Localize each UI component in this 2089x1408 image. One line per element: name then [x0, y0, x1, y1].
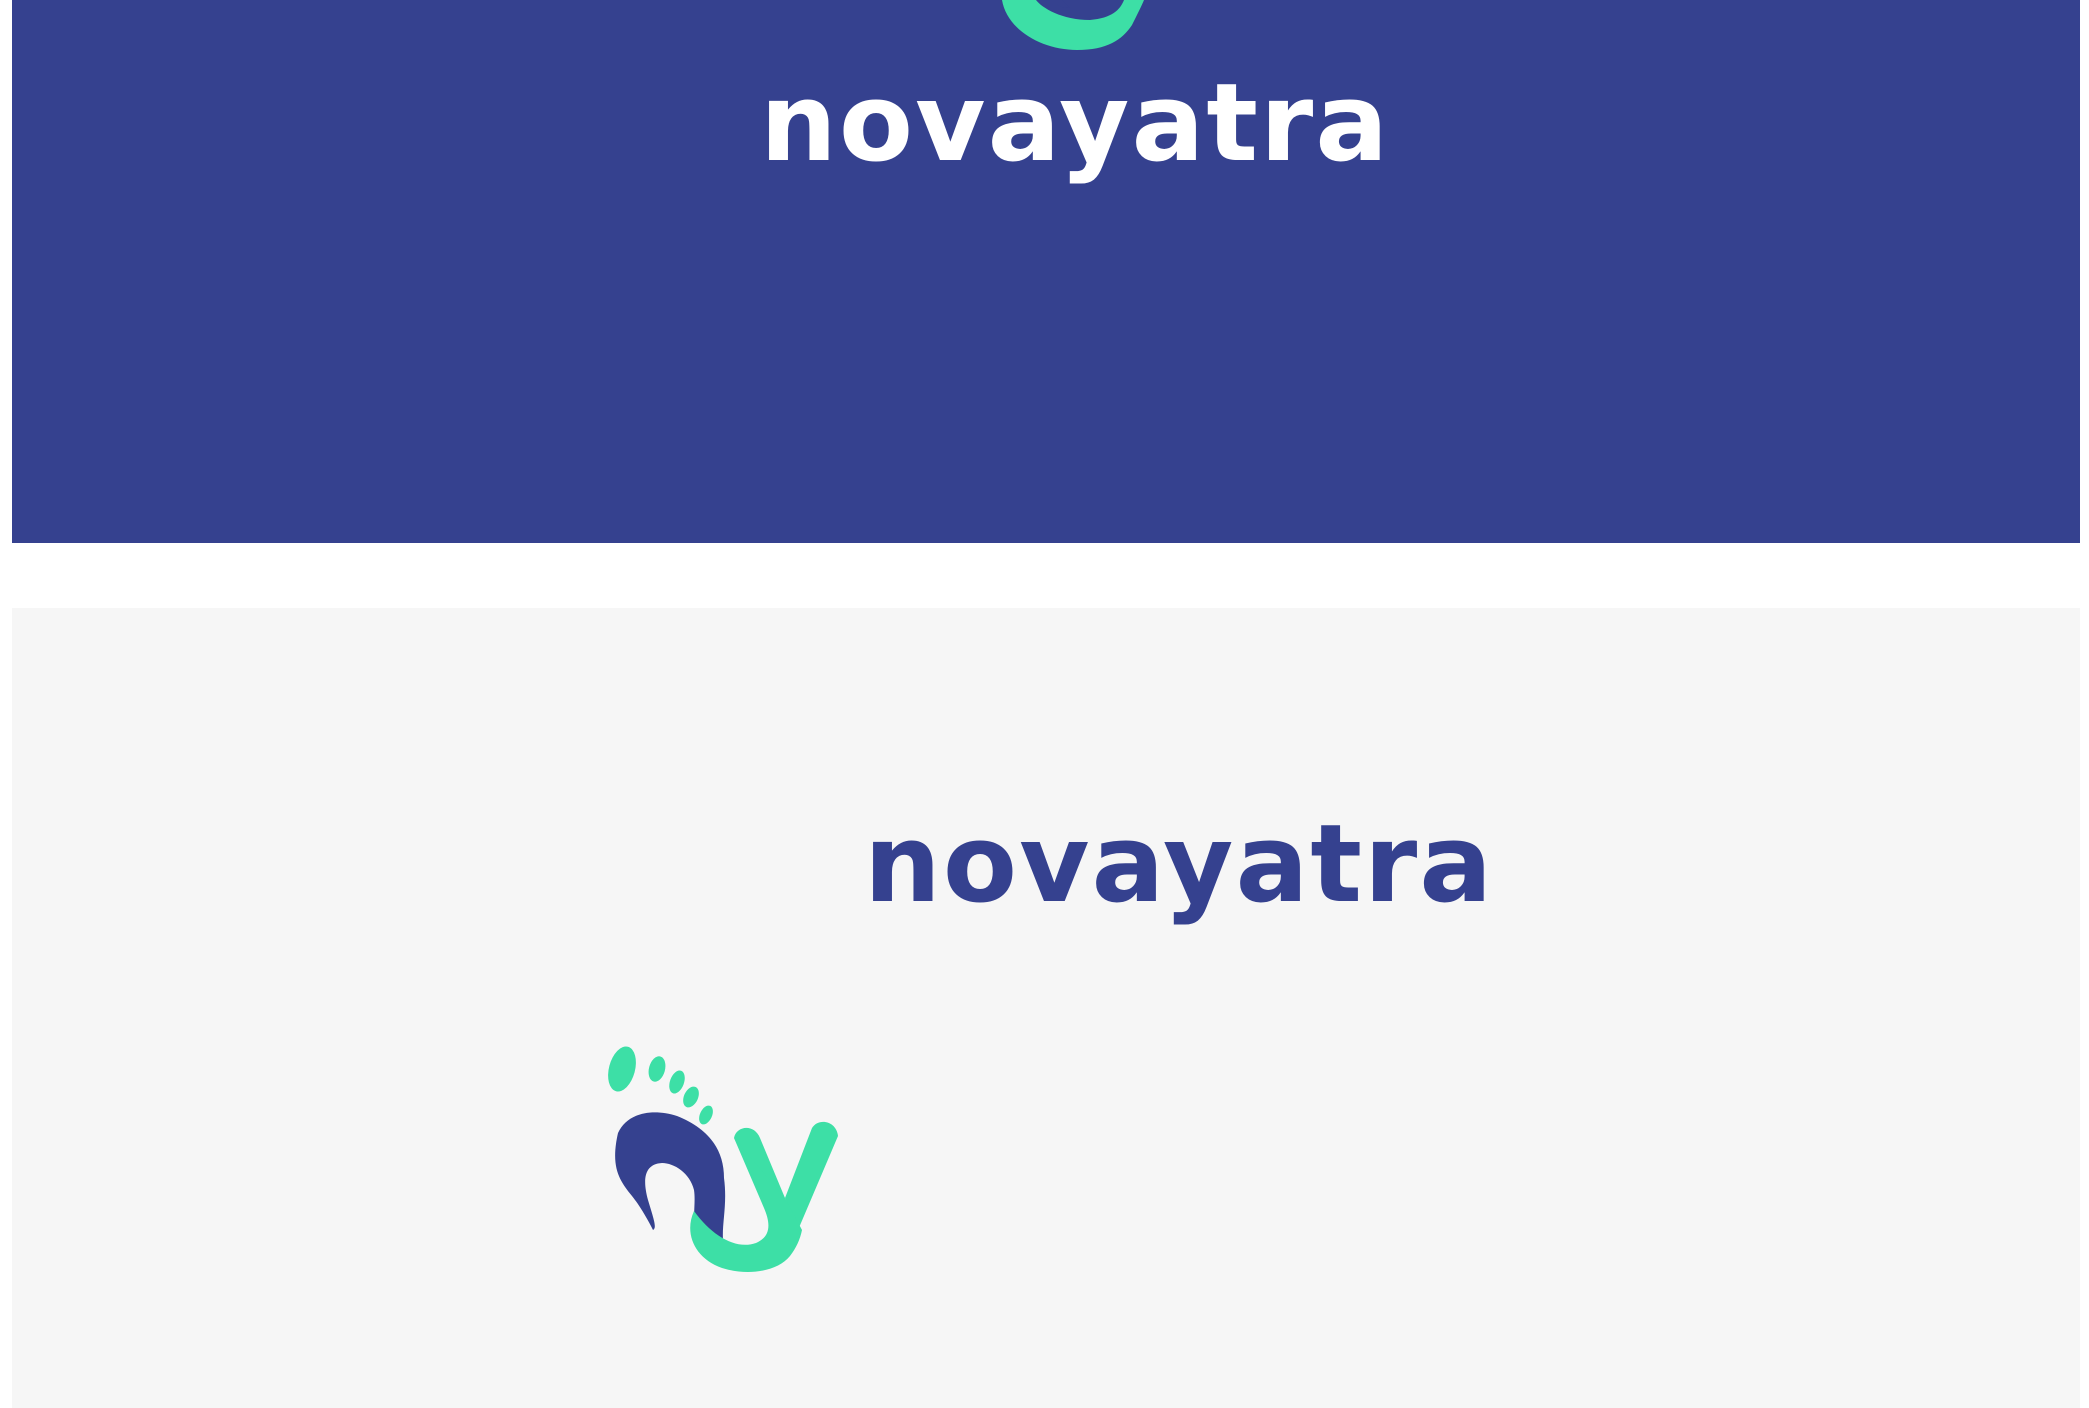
toe-4-icon	[683, 1086, 699, 1108]
symbol-swoosh-icon	[1002, 0, 1144, 50]
toe-1-icon	[608, 1046, 636, 1092]
logo-panel-dark: novayatra	[12, 0, 2080, 543]
footprint-y-icon	[608, 1046, 838, 1272]
wordmark-text-light: novayatra	[864, 802, 1494, 927]
logo-dark-artwork: novayatra	[760, 0, 1390, 186]
logo-light-artwork: novayatra	[608, 802, 1494, 1272]
symbol-heel-icon	[1052, 0, 1070, 8]
logo-panel-light: novayatra	[12, 608, 2080, 1408]
toe-2-icon	[648, 1056, 666, 1082]
toe-5-icon	[699, 1105, 713, 1125]
toe-3-icon	[669, 1070, 685, 1094]
wordmark-text-dark: novayatra	[760, 61, 1390, 186]
